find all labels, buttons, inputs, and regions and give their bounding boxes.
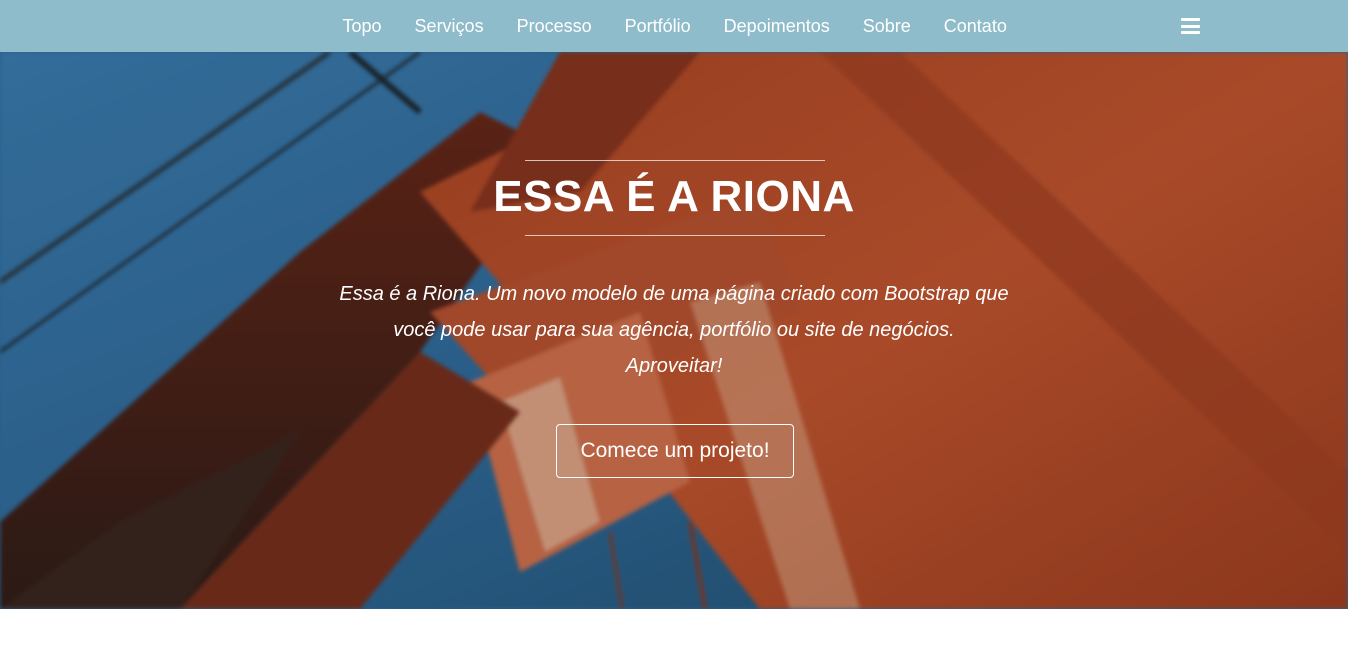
nav-item-portfolio[interactable]: Portfólio [608,0,707,52]
hero-description-line-1: Essa é a Riona. Um novo modelo de uma pá… [339,283,1009,305]
start-project-button[interactable]: Comece um projeto! [556,424,794,478]
nav-item-topo[interactable]: Topo [326,0,398,52]
title-rule-top [525,160,825,161]
nav-item-processo[interactable]: Processo [500,0,608,52]
nav-item-servicos[interactable]: Serviços [398,0,500,52]
nav-item-depoimentos[interactable]: Depoimentos [707,0,846,52]
hero-description-line-3: Aproveitar! [625,355,723,377]
hamburger-menu-icon[interactable] [1181,18,1200,34]
hero-title: ESSA É A RIONA [493,172,855,221]
navbar: Topo Serviços Processo Portfólio Depoime… [0,0,1348,52]
nav-item-contato[interactable]: Contato [927,0,1023,52]
nav-links: Topo Serviços Processo Portfólio Depoime… [326,0,1023,52]
hero-description: Essa é a Riona. Um novo modelo de uma pá… [314,276,1034,384]
title-rule-bottom [525,235,825,236]
nav-item-sobre[interactable]: Sobre [846,0,927,52]
hero-section: ESSA É A RIONA Essa é a Riona. Um novo m… [0,52,1348,609]
hero-description-line-2: você pode usar para sua agência, portfól… [393,319,955,341]
